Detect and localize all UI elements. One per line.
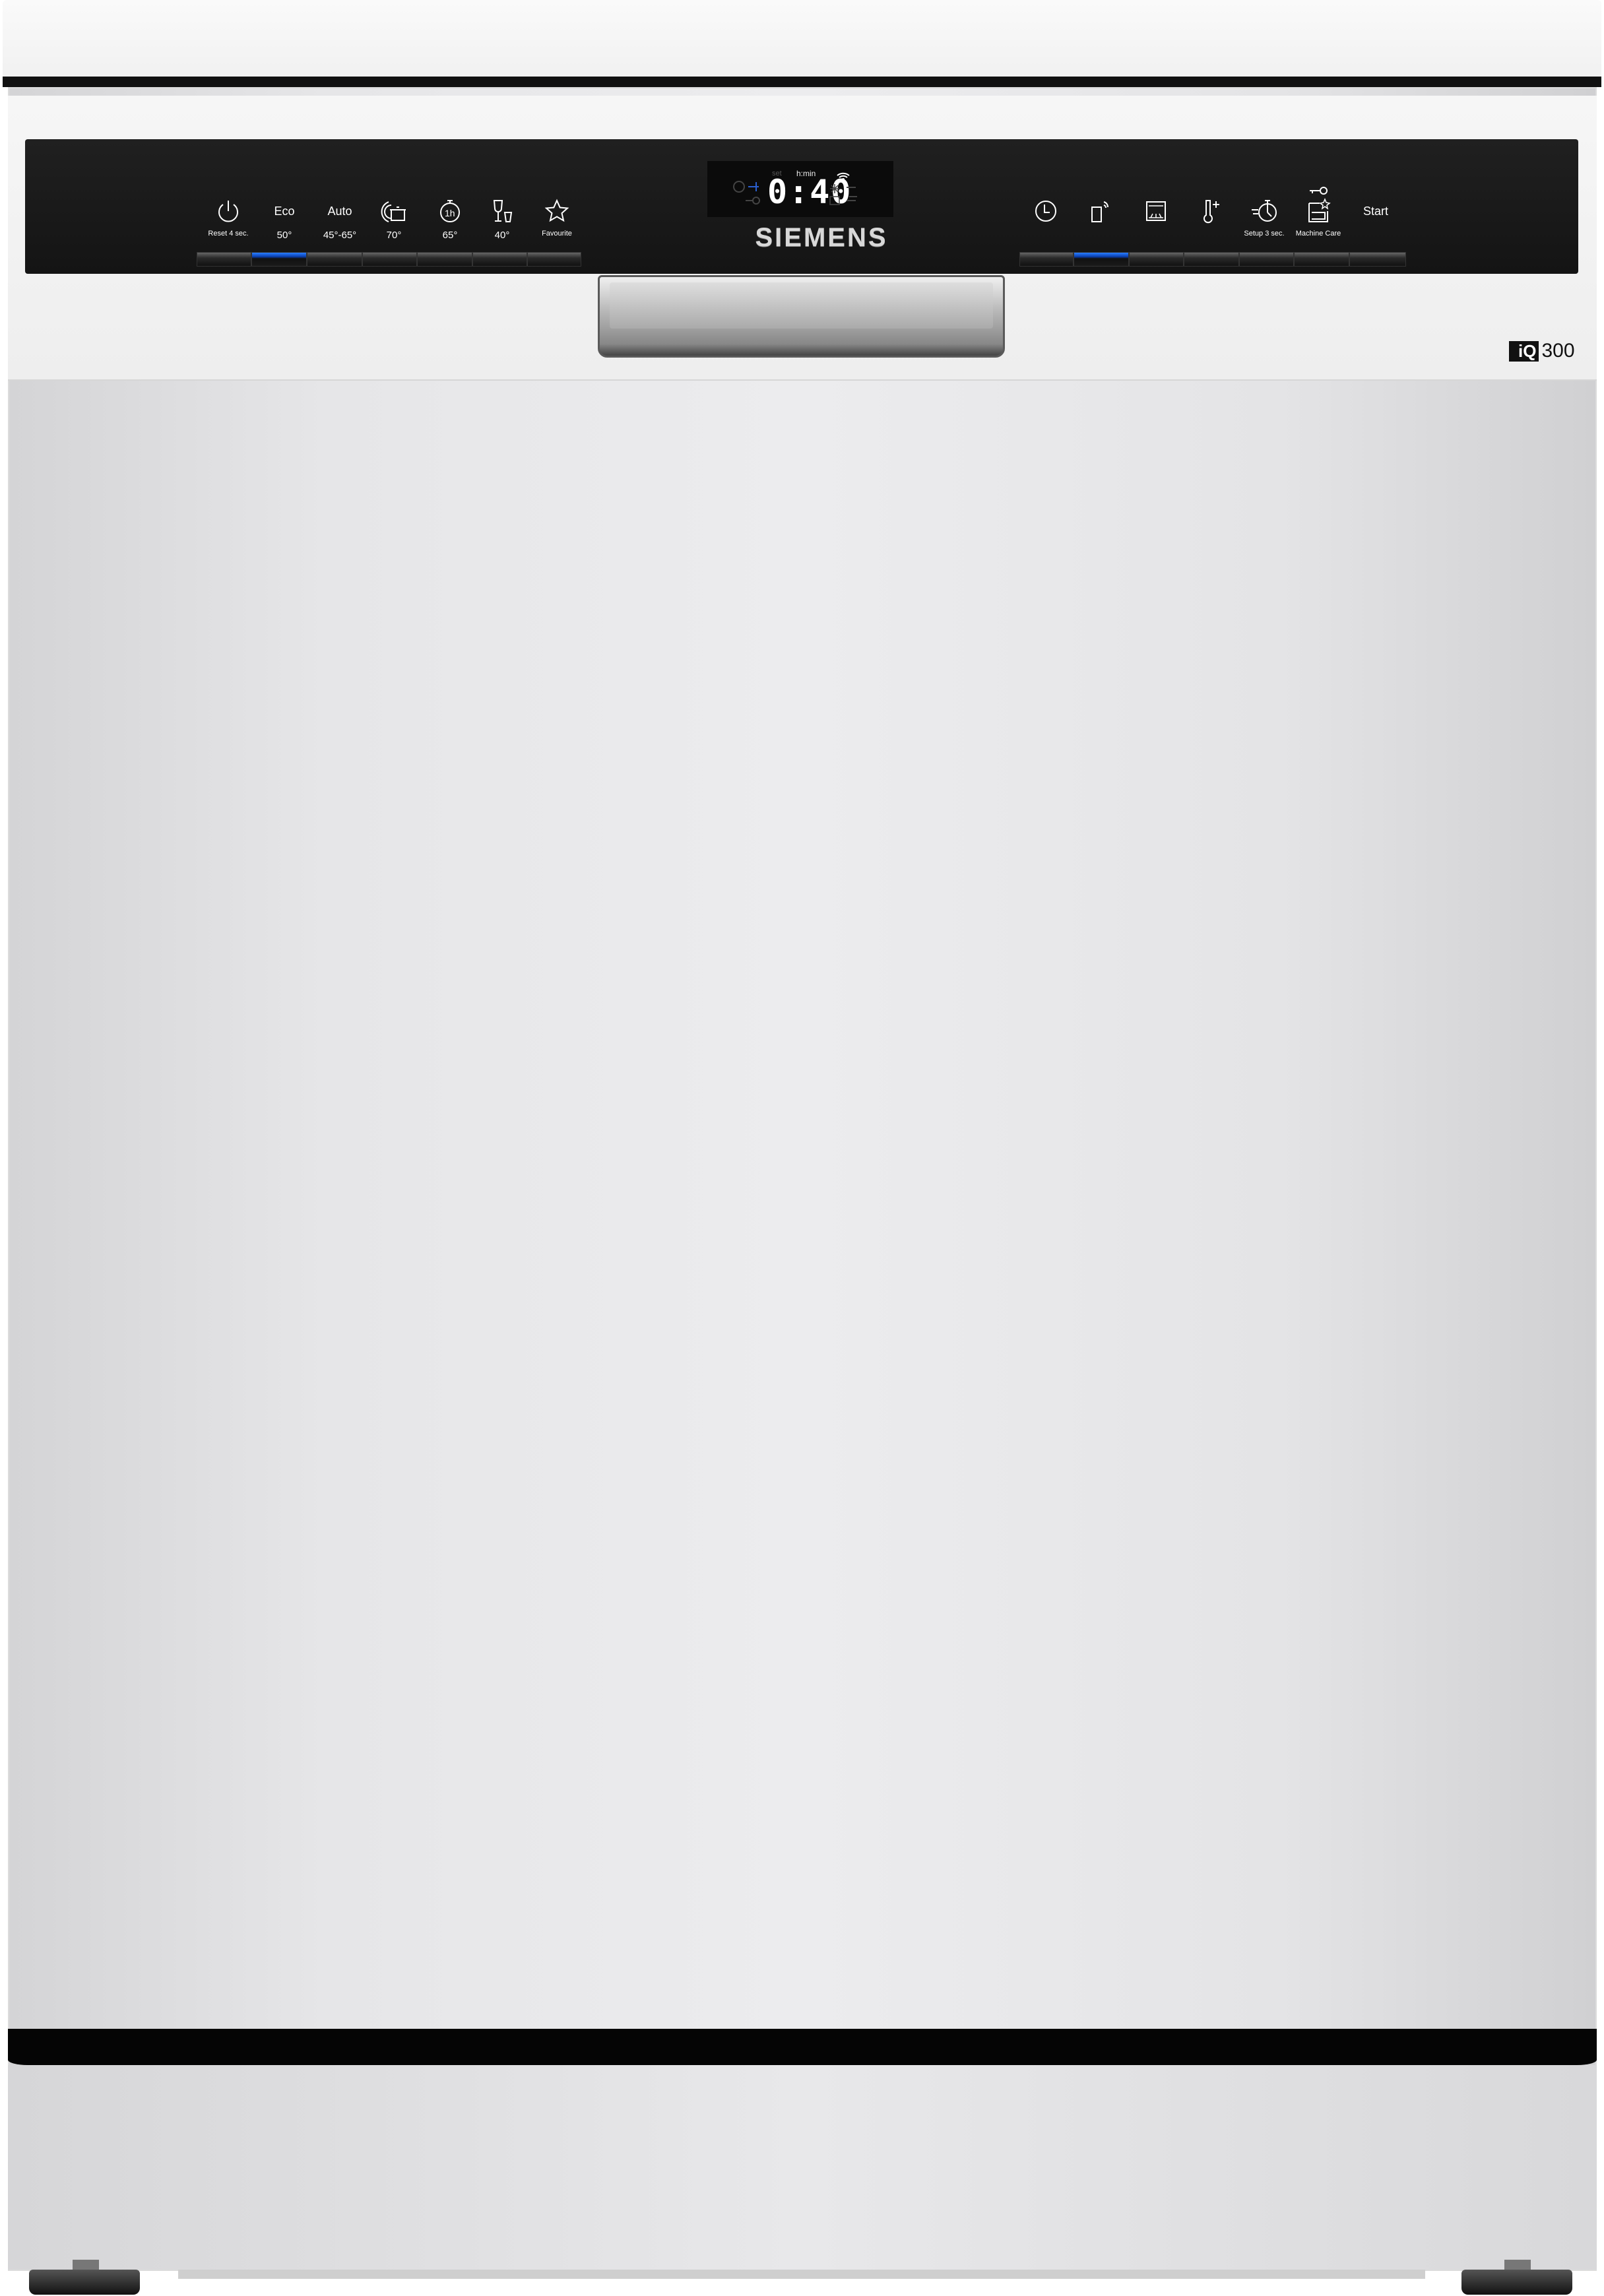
siemens-logo: SIEMENS	[755, 223, 888, 252]
speed-button[interactable]: Setup 3 sec.	[1236, 198, 1292, 243]
extra-dry-button[interactable]	[1128, 198, 1184, 243]
setup-label: Setup 3 sec.	[1244, 230, 1285, 238]
speed-icon	[1252, 200, 1277, 222]
touch-button-extra-dry[interactable]	[1129, 252, 1184, 267]
display-right-indicators-icon	[829, 172, 857, 205]
touch-button-start[interactable]	[1349, 252, 1406, 267]
touch-button-auto[interactable]	[307, 252, 362, 267]
power-button[interactable]: Reset 4 sec.	[201, 198, 256, 243]
extra-dry-icon	[1146, 201, 1166, 221]
touch-button-speed[interactable]	[1239, 252, 1294, 267]
touch-button-remote-start[interactable]	[1074, 252, 1129, 267]
right-foot	[1461, 2270, 1572, 2295]
remote-start-button[interactable]	[1072, 198, 1128, 243]
series-badge: iQ 300	[1509, 340, 1575, 362]
eco-temp: 50°	[276, 230, 292, 241]
kickplate	[8, 2065, 1597, 2270]
eco-label: Eco	[274, 204, 295, 218]
remote-start-icon	[1091, 201, 1108, 222]
eco-program-button[interactable]: Eco 50°	[257, 198, 312, 243]
delay-timer-button[interactable]	[1018, 198, 1074, 243]
power-button-label: Reset 4 sec.	[208, 230, 249, 238]
touch-button-glass[interactable]	[472, 252, 527, 267]
series-number: 300	[1541, 340, 1575, 362]
machine-care-label: Machine Care	[1295, 230, 1341, 238]
glass-program-button[interactable]: 40°	[474, 198, 530, 243]
plinth-rail	[178, 2270, 1425, 2279]
door-bottom-strip	[8, 2029, 1597, 2065]
lid-gap	[3, 77, 1601, 87]
auto-temp: 45°-65°	[323, 230, 357, 241]
machine-care-button[interactable]: Machine Care	[1291, 185, 1346, 243]
touch-button-timer[interactable]	[1019, 252, 1074, 267]
hygiene-plus-icon	[1203, 200, 1219, 224]
svg-text:1h: 1h	[445, 208, 455, 218]
worktop-lid	[3, 0, 1601, 78]
hygiene-plus-button[interactable]	[1182, 198, 1238, 243]
intensive-temp: 70°	[386, 230, 402, 241]
key-icon	[1310, 187, 1328, 195]
glass-temp: 40°	[494, 230, 510, 241]
auto-program-button[interactable]: Auto 45°-65°	[312, 198, 368, 243]
star-icon	[544, 199, 569, 222]
one-hour-program-button[interactable]: 1h 65°	[422, 198, 478, 243]
door-handle-grip	[610, 282, 993, 329]
one-hour-timer-icon: 1h	[440, 200, 460, 222]
favourite-label: Favourite	[542, 230, 572, 238]
one-hour-temp: 65°	[442, 230, 458, 241]
auto-label: Auto	[327, 204, 352, 218]
touch-button-machine-care[interactable]	[1294, 252, 1349, 267]
touch-button-eco[interactable]	[251, 252, 307, 267]
dishwasher-door[interactable]	[8, 87, 1597, 2271]
touch-button-hygiene[interactable]	[1184, 252, 1239, 267]
glass-icon	[493, 200, 513, 222]
display-left-indicators-icon	[733, 181, 760, 205]
start-label: Start	[1363, 204, 1388, 218]
intensive-pot-icon	[381, 201, 406, 222]
touch-button-power[interactable]	[197, 252, 251, 267]
left-foot	[29, 2270, 140, 2295]
machine-care-icon	[1308, 198, 1331, 222]
clock-icon	[1035, 201, 1056, 222]
power-icon	[218, 201, 238, 222]
touch-button-one-hour[interactable]	[417, 252, 472, 267]
touch-button-favourite[interactable]	[527, 252, 581, 267]
start-button[interactable]: Start	[1348, 198, 1403, 243]
series-mark: iQ	[1509, 340, 1539, 362]
touch-button-intensive[interactable]	[362, 252, 417, 267]
intensive-program-button[interactable]: 70°	[366, 198, 422, 243]
favourite-button[interactable]: Favourite	[529, 198, 585, 243]
